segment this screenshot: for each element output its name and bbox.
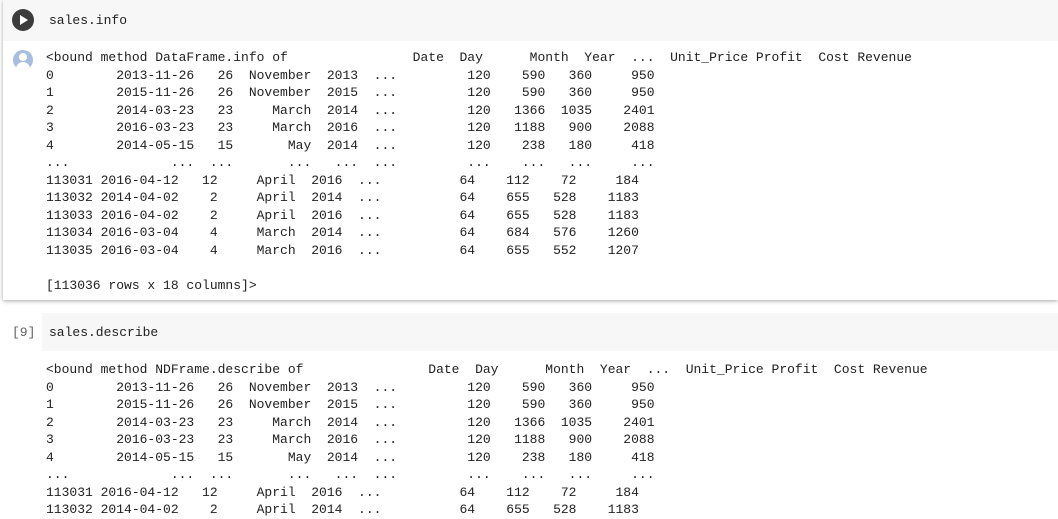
output-line: ... ... ... ... ... ... ... ... ... ... [46, 155, 655, 170]
output-line: 1 2015-11-26 26 November 2015 ... 120 59… [46, 397, 655, 412]
play-icon [20, 15, 28, 25]
output-line: <bound method DataFrame.info of Date Day… [46, 50, 912, 65]
output-line: ... ... ... ... ... ... ... ... ... ... [46, 467, 655, 482]
cell-output: <bound method NDFrame.describe of Date D… [46, 361, 928, 519]
output-line: 113031 2016-04-12 12 April 2016 ... 64 1… [46, 484, 639, 500]
cell-input-area[interactable]: sales.info [3, 0, 1058, 41]
cell-input-area[interactable]: sales.describe [42, 313, 1058, 351]
output-line: 4 2014-05-15 15 May 2014 ... 120 238 180… [46, 137, 655, 153]
output-line: 2 2014-03-23 23 March 2014 ... 120 1366 … [46, 102, 655, 118]
output-line: 113031 2016-04-12 12 April 2016 ... 64 1… [46, 172, 639, 188]
output-avatar-icon [13, 50, 33, 70]
output-line: 113033 2016-04-02 2 April 2016 ... 64 65… [46, 207, 639, 223]
cell-code[interactable]: sales.info [49, 13, 127, 28]
output-line: 3 2016-03-23 23 March 2016 ... 120 1188 … [46, 432, 655, 447]
output-line: 0 2013-11-26 26 November 2013 ... 120 59… [46, 67, 655, 83]
output-line: 2 2014-03-23 23 March 2014 ... 120 1366 … [46, 414, 655, 430]
output-line: 113034 2016-03-04 4 March 2014 ... 64 68… [46, 225, 639, 240]
output-line: 3 2016-03-23 23 March 2016 ... 120 1188 … [46, 120, 655, 135]
output-line: 4 2014-05-15 15 May 2014 ... 120 238 180… [46, 449, 655, 465]
output-summary: [113036 rows x 18 columns]> [46, 277, 257, 293]
output-line: 113032 2014-04-02 2 April 2014 ... 64 65… [46, 190, 639, 205]
output-line: 1 2015-11-26 26 November 2015 ... 120 59… [46, 85, 655, 100]
output-line: 0 2013-11-26 26 November 2013 ... 120 59… [46, 379, 655, 395]
execution-count: [9] [12, 325, 36, 340]
output-line: 113032 2014-04-02 2 April 2014 ... 64 65… [46, 502, 639, 517]
run-cell-button[interactable] [12, 9, 34, 31]
output-line: 113035 2016-03-04 4 March 2016 ... 64 65… [46, 242, 639, 258]
cell-output: <bound method DataFrame.info of Date Day… [46, 49, 912, 294]
cell-code[interactable]: sales.describe [49, 325, 158, 340]
output-line: <bound method NDFrame.describe of Date D… [46, 362, 928, 377]
